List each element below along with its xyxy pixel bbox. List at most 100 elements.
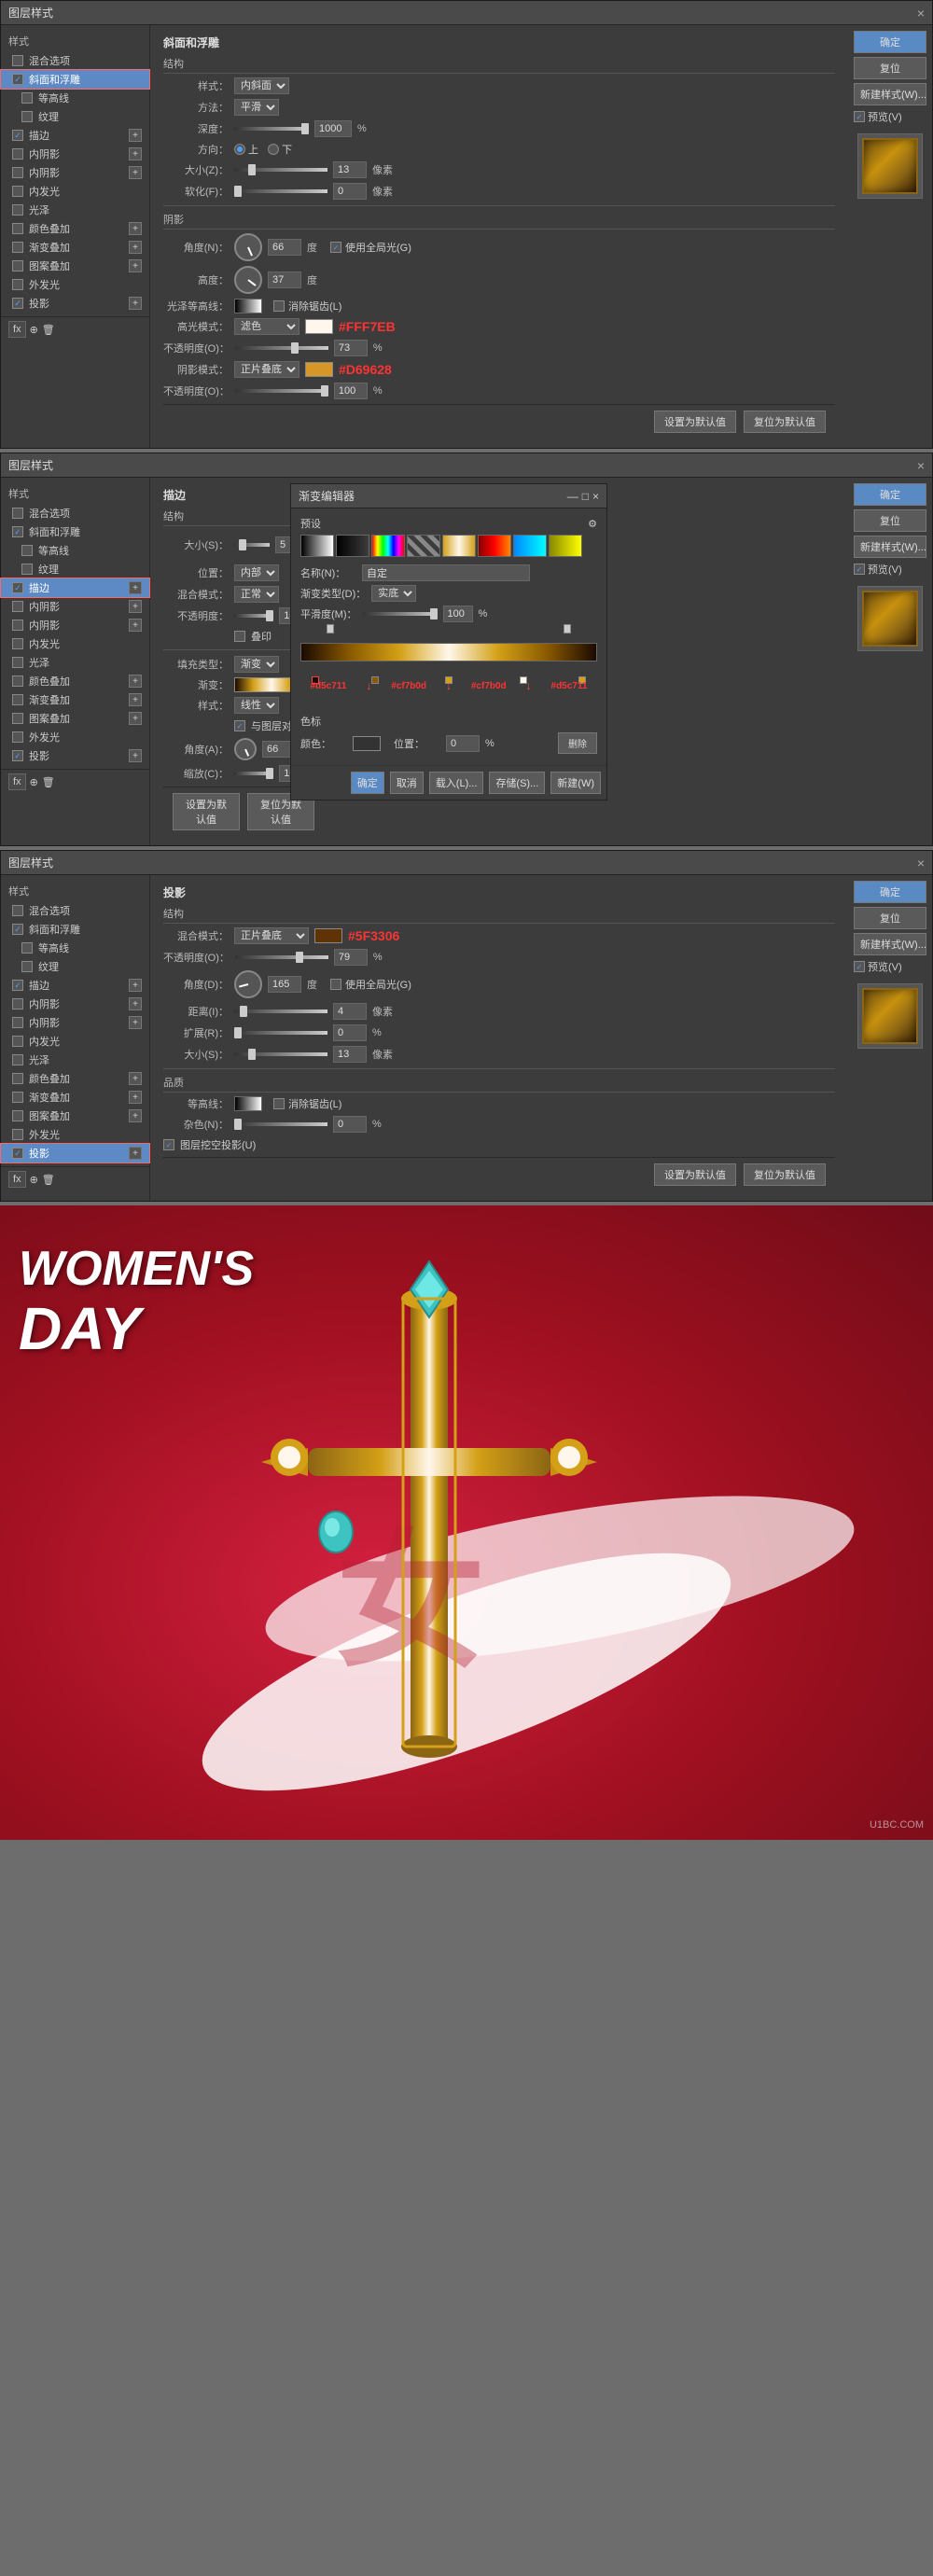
new-style-btn3[interactable]: 新建样式(W)... — [854, 933, 926, 955]
set-default-btn2[interactable]: 设置为默认值 — [173, 793, 240, 830]
sidebar3-contour[interactable]: 等高线 — [1, 939, 149, 957]
ds-contour-curve[interactable] — [234, 1096, 262, 1111]
sidebar1-bevel[interactable]: 斜面和浮雕 — [1, 70, 149, 89]
ge-ok-btn[interactable]: 确定 — [351, 772, 384, 794]
reset-default-btn3[interactable]: 复位为默认值 — [744, 1163, 826, 1186]
sidebar3-stroke[interactable]: 描边 + — [1, 976, 149, 995]
sidebar2-pattern-overlay[interactable]: 图案叠加 + — [1, 709, 149, 728]
preview-cb2[interactable] — [854, 564, 865, 575]
sidebar2-contour[interactable]: 等高线 — [1, 541, 149, 560]
plus3-inner-glow[interactable]: + — [129, 1016, 142, 1029]
sidebar2-texture[interactable]: 纹理 — [1, 560, 149, 578]
cb3-color-overlay[interactable] — [12, 1073, 23, 1084]
cb3-blending[interactable] — [12, 905, 23, 916]
cb-blending[interactable] — [12, 55, 23, 66]
sidebar3-inner-glow[interactable]: 内阴影 + — [1, 1013, 149, 1032]
fill-type-select[interactable]: 渐变 — [234, 656, 279, 673]
cb3-stroke[interactable] — [12, 980, 23, 991]
sidebar3-sheen[interactable]: 光泽 — [1, 1051, 149, 1069]
cb-anti-alias[interactable] — [273, 300, 285, 312]
ge-new-btn[interactable]: 新建(W) — [550, 772, 601, 794]
preset-transparent[interactable] — [336, 535, 369, 557]
preset-gold[interactable] — [442, 535, 476, 557]
cb3-gradient-overlay[interactable] — [12, 1092, 23, 1103]
sidebar2-sheen[interactable]: 光泽 — [1, 653, 149, 672]
cb2-texture[interactable] — [21, 564, 33, 575]
cb3-bevel[interactable] — [12, 924, 23, 935]
delete-style-btn3[interactable]: 🗑 — [42, 1174, 55, 1186]
ge-delete-btn[interactable]: 删除 — [558, 732, 597, 754]
cb2-color-overlay[interactable] — [12, 675, 23, 687]
sidebar2-blending[interactable]: 混合选项 — [1, 504, 149, 522]
cb3-pattern-overlay[interactable] — [12, 1110, 23, 1121]
stroke-angle-input[interactable] — [262, 741, 292, 758]
shadow-opacity-input[interactable] — [334, 383, 368, 399]
preview-cb3[interactable] — [854, 961, 865, 972]
preset-rainbow[interactable] — [371, 535, 405, 557]
sidebar1-inner-shadow[interactable]: 内阴影 + — [1, 145, 149, 163]
sidebar2-gradient-overlay[interactable]: 渐变叠加 + — [1, 690, 149, 709]
sidebar2-inner-glow[interactable]: 内阴影 + — [1, 616, 149, 634]
cb3-contour[interactable] — [21, 942, 33, 954]
highlight-mode-select[interactable]: 滤色 — [234, 318, 299, 335]
depth-input[interactable] — [314, 120, 352, 137]
preview-checkbox3[interactable]: 预览(V) — [854, 959, 926, 974]
cb-color-overlay[interactable] — [12, 223, 23, 234]
plus3-gradient-overlay[interactable]: + — [129, 1091, 142, 1104]
preset-yellow[interactable] — [549, 535, 582, 557]
sidebar2-inner-shadow[interactable]: 内阴影 + — [1, 597, 149, 616]
sidebar3-satin[interactable]: 内发光 — [1, 1032, 149, 1051]
sidebar3-outer-glow[interactable]: 外发光 — [1, 1125, 149, 1144]
preview-checkbox2[interactable]: 预览(V) — [854, 562, 926, 577]
opacity-stop-0[interactable] — [327, 624, 334, 634]
reset-btn1[interactable]: 复位 — [854, 57, 926, 79]
sidebar2-stroke[interactable]: 描边 + — [1, 578, 149, 597]
ge-smoothness-slider[interactable] — [363, 612, 438, 616]
ge-location-input[interactable] — [446, 735, 480, 752]
dialog3-close[interactable]: × — [917, 856, 925, 870]
dir-down[interactable]: 下 — [268, 142, 292, 157]
method-select[interactable]: 平滑 — [234, 99, 279, 116]
ge-load-btn[interactable]: 载入(L)... — [429, 772, 484, 794]
plus-drop-shadow[interactable]: + — [129, 297, 142, 310]
ds-distance-slider[interactable] — [234, 1010, 327, 1013]
stroke-opacity-slider[interactable] — [234, 614, 273, 618]
dir-up-radio[interactable] — [234, 144, 245, 155]
plus2-stroke[interactable]: + — [129, 581, 142, 594]
stroke-angle-dial[interactable] — [234, 738, 257, 760]
plus2-inner-glow[interactable]: + — [129, 619, 142, 632]
ge-close[interactable]: × — [592, 490, 599, 503]
sidebar3-inner-shadow[interactable]: 内阴影 + — [1, 995, 149, 1013]
new-style-btn1[interactable]: 新建样式(W)... — [854, 83, 926, 105]
cb-stroke[interactable] — [12, 130, 23, 141]
dir-down-radio[interactable] — [268, 144, 279, 155]
sidebar3-drop-shadow[interactable]: 投影 + — [1, 1144, 149, 1163]
ds-opacity-input[interactable] — [334, 949, 368, 966]
cb3-satin[interactable] — [12, 1036, 23, 1047]
ds-spread-input[interactable] — [333, 1024, 367, 1041]
sidebar3-bevel[interactable]: 斜面和浮雕 — [1, 920, 149, 939]
cb-ds-global-light[interactable] — [330, 979, 341, 990]
style2-select[interactable]: 线性 — [234, 697, 279, 714]
size-input[interactable] — [333, 161, 367, 178]
add-style-btn[interactable]: ⊕ — [30, 324, 38, 336]
preset-red[interactable] — [478, 535, 511, 557]
altitude-dial[interactable] — [234, 266, 262, 294]
preview-checkbox1[interactable]: 预览(V) — [854, 109, 926, 124]
cb3-outer-glow[interactable] — [12, 1129, 23, 1140]
plus2-inner-shadow[interactable]: + — [129, 600, 142, 613]
plus2-gradient-overlay[interactable]: + — [129, 693, 142, 706]
delete-style-btn2[interactable]: 🗑 — [42, 776, 55, 788]
plus-color-overlay[interactable]: + — [129, 222, 142, 235]
gloss-curve[interactable] — [234, 299, 262, 313]
ge-name-input[interactable] — [362, 564, 530, 581]
shadow-mode-select[interactable]: 正片叠底 — [234, 361, 299, 378]
ge-gear-icon[interactable]: ⚙ — [588, 518, 597, 530]
cb-layer-shadow[interactable] — [163, 1139, 174, 1150]
cb2-pattern-overlay[interactable] — [12, 713, 23, 724]
opacity-stop-1[interactable] — [564, 624, 571, 634]
set-default-btn3[interactable]: 设置为默认值 — [654, 1163, 736, 1186]
cb2-outer-glow[interactable] — [12, 731, 23, 743]
ds-noise-input[interactable] — [333, 1116, 367, 1133]
ge-gradient-bar[interactable] — [300, 643, 597, 661]
